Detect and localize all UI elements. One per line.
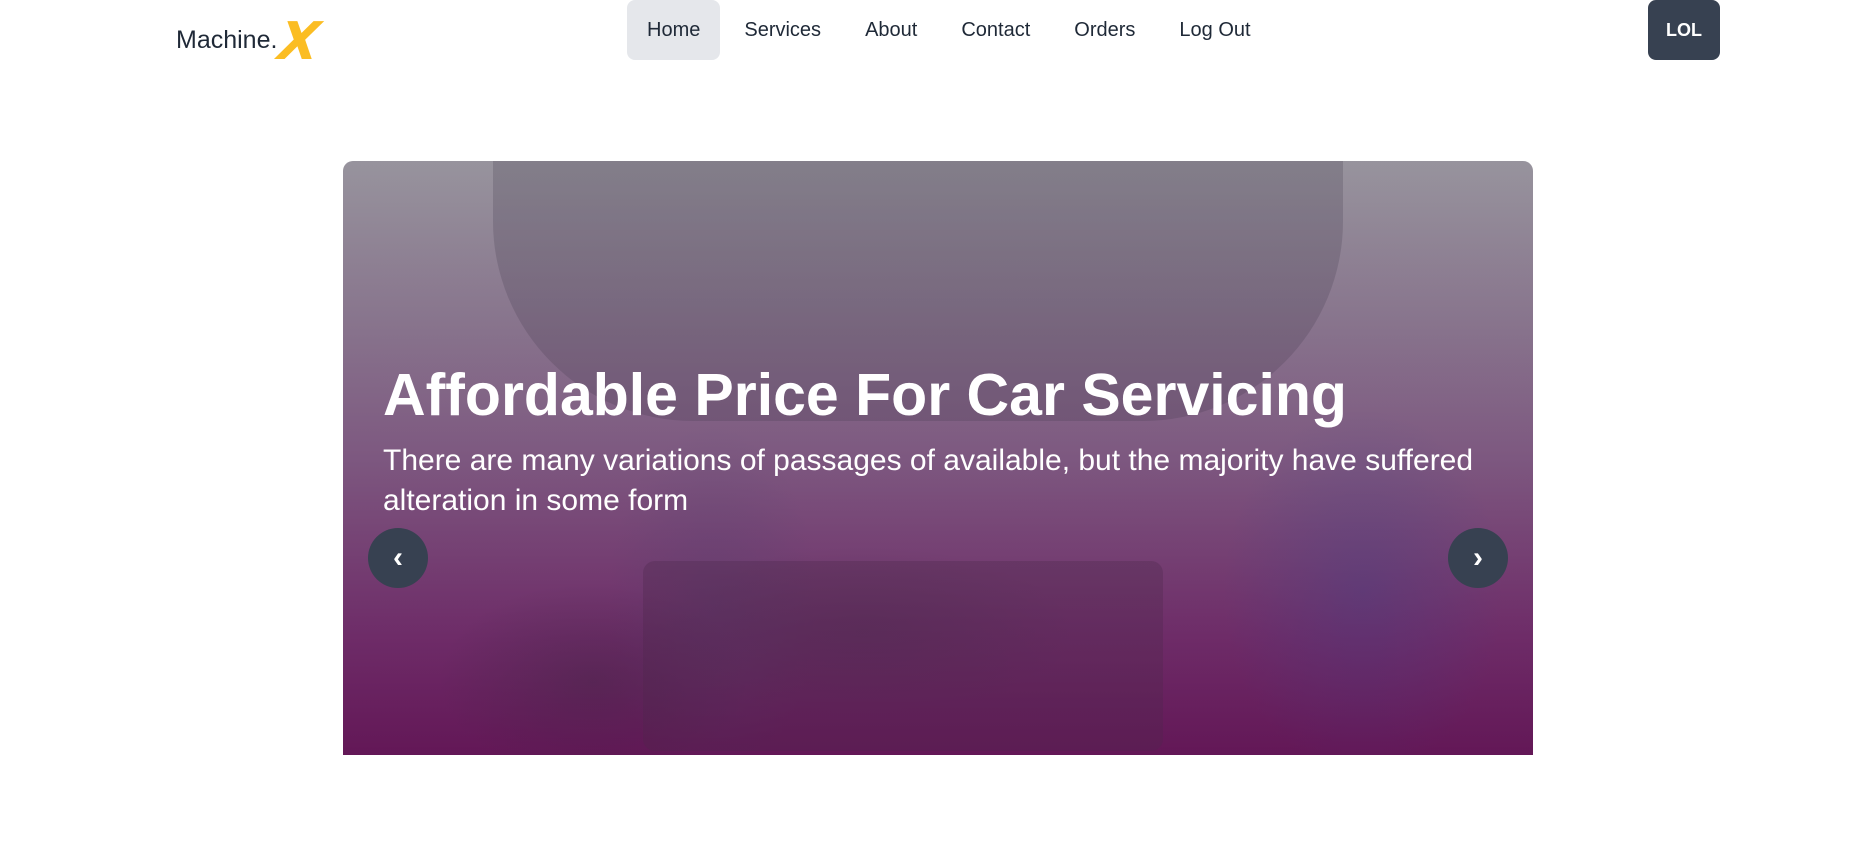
brand-text: Machine. [176,26,278,54]
nav-home[interactable]: Home [627,0,721,60]
nav-about[interactable]: About [845,0,937,60]
navbar: Machine. X Home Services About Contact O… [0,0,1871,72]
hero-carousel: Affordable Price For Car Servicing There… [343,161,1533,755]
carousel-next-button[interactable]: › [1448,528,1508,588]
carousel-prev-button[interactable]: ‹ [368,528,428,588]
brand-x-mark: X [275,12,324,72]
chevron-right-icon: › [1473,541,1483,574]
nav-orders[interactable]: Orders [1054,0,1155,60]
user-menu-button[interactable]: LOL [1648,0,1720,60]
main-menu: Home Services About Contact Orders Log O… [627,0,1271,60]
nav-log-out[interactable]: Log Out [1159,0,1270,60]
hero-title: Affordable Price For Car Servicing [383,362,1347,428]
chevron-left-icon: ‹ [393,541,403,574]
hero-subtitle: There are many variations of passages of… [383,444,1474,517]
nav-services[interactable]: Services [724,0,841,60]
brand-logo[interactable]: Machine. X [176,12,324,72]
nav-contact[interactable]: Contact [941,0,1050,60]
